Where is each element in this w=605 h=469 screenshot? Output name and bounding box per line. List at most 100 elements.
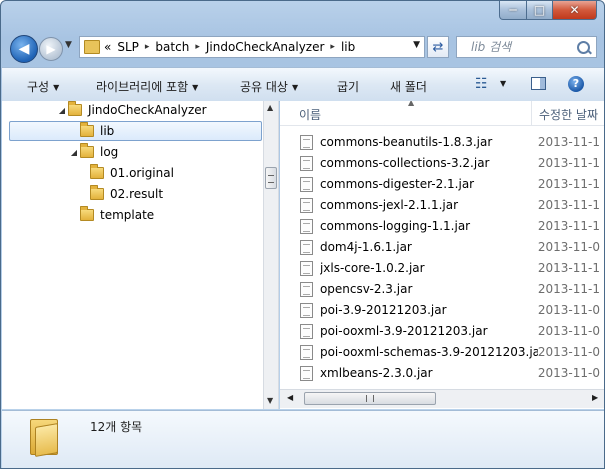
address-overflow[interactable]: « <box>104 40 111 54</box>
expanded-arrow-icon[interactable]: ◢ <box>68 148 80 157</box>
folder-icon <box>80 206 94 221</box>
jar-file-icon <box>300 344 313 360</box>
file-name: jxls-core-1.0.2.jar <box>319 261 425 275</box>
tree-item-label: log <box>100 145 119 159</box>
chevron-down-icon: ▼ <box>53 83 60 92</box>
file-row[interactable]: poi-ooxml-schemas-3.9-20121203.jar 2013-1… <box>300 342 600 362</box>
command-bar: 구성 ▼ 라이브러리에 포함 ▼ 공유 대상 ▼ 굽기 새 폴더 ☷ ▼ ? <box>2 67 604 102</box>
item-count: 12개 항목 <box>90 420 143 434</box>
breadcrumb-jindocheckanalyzer[interactable]: JindoCheckAnalyzer <box>206 40 325 54</box>
expanded-arrow-icon[interactable]: ◢ <box>56 106 68 115</box>
file-row[interactable]: commons-digester-2.1.jar 2013-11-1 <box>300 174 600 194</box>
close-button[interactable]: ✕ <box>553 1 597 20</box>
folder-icon <box>68 101 82 116</box>
tree-item-log[interactable]: ◢ log <box>68 142 118 162</box>
jar-file-icon <box>300 260 313 276</box>
view-options-dropdown[interactable]: ▼ <box>500 79 506 88</box>
file-row[interactable]: poi-ooxml-3.9-20121203.jar 2013-11-0 <box>300 321 600 341</box>
file-date-modified: 2013-11-1 <box>537 156 600 170</box>
search-box[interactable] <box>456 36 597 58</box>
address-history-dropdown[interactable]: ▼ <box>413 40 420 50</box>
details-pane: 12개 항목 <box>2 410 604 468</box>
file-date-modified: 2013-11-1 <box>537 219 600 233</box>
column-divider[interactable] <box>531 101 532 125</box>
file-name: poi-ooxml-schemas-3.9-20121203.jar <box>319 345 538 359</box>
tree-item-label: JindoCheckAnalyzer <box>88 103 207 117</box>
file-date-modified: 2013-11-1 <box>537 135 600 149</box>
refresh-button[interactable]: ⇄ <box>427 36 449 58</box>
new-folder-button[interactable]: 새 폴더 <box>390 78 427 95</box>
scrollbar-thumb[interactable] <box>304 392 436 405</box>
breadcrumb-separator-icon[interactable]: ▸ <box>195 42 200 52</box>
file-row[interactable]: opencsv-2.3.jar 2013-11-1 <box>300 279 600 299</box>
file-row[interactable]: poi-3.9-20121203.jar 2013-11-0 <box>300 300 600 320</box>
file-row[interactable]: commons-collections-3.2.jar 2013-11-1 <box>300 153 600 173</box>
folder-icon <box>84 40 100 54</box>
preview-pane-icon[interactable] <box>531 77 546 90</box>
help-icon[interactable]: ? <box>568 76 584 92</box>
breadcrumb-lib[interactable]: lib <box>341 40 355 54</box>
horizontal-scrollbar[interactable]: ◀ ▶ <box>280 389 604 408</box>
tree-item-lib[interactable]: lib <box>9 121 262 141</box>
search-icon[interactable] <box>577 41 590 54</box>
file-row[interactable]: dom4j-1.6.1.jar 2013-11-0 <box>300 237 600 257</box>
address-bar[interactable]: « SLP ▸ batch ▸ JindoCheckAnalyzer ▸ lib… <box>79 36 425 58</box>
explorer-window: ─ □ ✕ ◀ ▶ ▼ « SLP ▸ batch ▸ JindoCheckAn… <box>0 0 605 469</box>
file-date-modified: 2013-11-1 <box>537 198 600 212</box>
breadcrumb-separator-icon[interactable]: ▸ <box>145 42 150 52</box>
tree-item-label: 02.result <box>110 187 164 201</box>
file-date-modified: 2013-11-0 <box>537 324 600 338</box>
address-row: ◀ ▶ ▼ « SLP ▸ batch ▸ JindoCheckAnalyzer… <box>1 31 604 65</box>
burn-button[interactable]: 굽기 <box>337 78 359 95</box>
scroll-up-icon[interactable]: ▲ <box>267 103 273 112</box>
file-date-modified: 2013-11-0 <box>537 366 600 380</box>
change-view-icon[interactable]: ☷ <box>475 76 488 92</box>
arrow-right-icon: ▶ <box>46 42 56 56</box>
tree-item-jindocheckanalyzer[interactable]: ◢ JindoCheckAnalyzer <box>56 100 207 120</box>
back-button[interactable]: ◀ <box>10 35 38 63</box>
folder-icon <box>90 185 104 200</box>
file-list-pane[interactable]: ▲ 이름 수정한 날짜 commons-beanutils-1.8.3.jar 2… <box>280 101 604 409</box>
navigation-pane[interactable]: ◢ JindoCheckAnalyzer lib ◢ log 01.origin… <box>2 101 263 409</box>
scrollbar-thumb[interactable] <box>265 167 277 189</box>
forward-button[interactable]: ▶ <box>39 37 63 61</box>
scroll-right-icon[interactable]: ▶ <box>592 393 598 402</box>
jar-file-icon <box>300 239 313 255</box>
maximize-button[interactable]: □ <box>527 1 553 20</box>
share-with-label: 공유 대상 <box>240 80 288 94</box>
breadcrumb-batch[interactable]: batch <box>155 40 189 54</box>
tree-item-01-original[interactable]: 01.original <box>90 163 174 183</box>
share-with-menu[interactable]: 공유 대상 ▼ <box>240 78 298 95</box>
tree-item-template[interactable]: template <box>80 205 154 225</box>
file-name: commons-logging-1.1.jar <box>319 219 471 233</box>
column-header-date-modified[interactable]: 수정한 날짜 <box>539 106 598 123</box>
breadcrumb-separator-icon[interactable]: ▸ <box>330 42 335 52</box>
tree-item-02-result[interactable]: 02.result <box>90 184 163 204</box>
file-row[interactable]: jxls-core-1.0.2.jar 2013-11-1 <box>300 258 600 278</box>
file-row[interactable]: commons-beanutils-1.8.3.jar 2013-11-1 <box>300 132 600 152</box>
recent-pages-dropdown[interactable]: ▼ <box>65 40 72 50</box>
scroll-down-icon[interactable]: ▼ <box>267 396 273 405</box>
column-header-row: ▲ 이름 수정한 날짜 <box>280 101 604 126</box>
caption-buttons: ─ □ ✕ <box>499 1 597 21</box>
organize-menu[interactable]: 구성 ▼ <box>27 78 59 95</box>
file-date-modified: 2013-11-1 <box>537 282 600 296</box>
search-input[interactable] <box>469 39 583 55</box>
file-name: commons-jexl-2.1.1.jar <box>319 198 459 212</box>
navigation-pane-scrollbar[interactable]: ▲ ▼ <box>263 101 279 409</box>
minimize-button[interactable]: ─ <box>499 1 527 20</box>
file-name: commons-beanutils-1.8.3.jar <box>319 135 493 149</box>
file-date-modified: 2013-11-1 <box>537 177 600 191</box>
breadcrumb-slp[interactable]: SLP <box>117 40 139 54</box>
file-name: dom4j-1.6.1.jar <box>319 240 412 254</box>
tree-item-label: template <box>100 208 155 222</box>
jar-file-icon <box>300 323 313 339</box>
file-name: poi-3.9-20121203.jar <box>319 303 447 317</box>
column-header-name[interactable]: 이름 <box>299 106 321 123</box>
file-row[interactable]: commons-jexl-2.1.1.jar 2013-11-1 <box>300 195 600 215</box>
include-in-library-menu[interactable]: 라이브러리에 포함 ▼ <box>96 78 198 95</box>
file-row[interactable]: commons-logging-1.1.jar 2013-11-1 <box>300 216 600 236</box>
tree-item-label: 01.original <box>110 166 174 180</box>
file-row[interactable]: xmlbeans-2.3.0.jar 2013-11-0 <box>300 363 600 383</box>
scroll-left-icon[interactable]: ◀ <box>287 393 293 402</box>
